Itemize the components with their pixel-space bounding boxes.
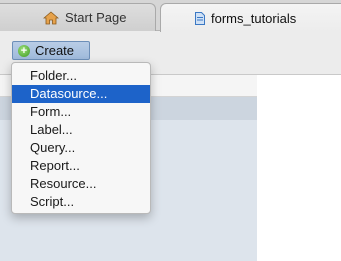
- create-menu: Folder... Datasource... Form... Label...…: [11, 62, 151, 214]
- menu-item-report[interactable]: Report...: [12, 157, 150, 175]
- menu-item-resource[interactable]: Resource...: [12, 175, 150, 193]
- plus-circle-icon: +: [18, 44, 30, 57]
- create-button[interactable]: + Create: [12, 41, 90, 60]
- menu-item-form[interactable]: Form...: [12, 103, 150, 121]
- home-icon: [43, 10, 59, 25]
- menu-item-script[interactable]: Script...: [12, 193, 150, 211]
- create-button-label: Create: [35, 43, 75, 58]
- tab-start-page[interactable]: Start Page: [0, 3, 156, 31]
- document-icon: [195, 11, 205, 25]
- tab-forms-tutorials[interactable]: forms_tutorials: [160, 3, 341, 32]
- menu-item-datasource[interactable]: Datasource...: [12, 85, 150, 103]
- menu-item-label[interactable]: Label...: [12, 121, 150, 139]
- tab-label: Start Page: [65, 10, 127, 25]
- tab-bar: Start Page forms_tutorials: [0, 0, 341, 32]
- menu-item-folder[interactable]: Folder...: [12, 67, 150, 85]
- tab-label: forms_tutorials: [211, 10, 297, 26]
- menu-item-query[interactable]: Query...: [12, 139, 150, 157]
